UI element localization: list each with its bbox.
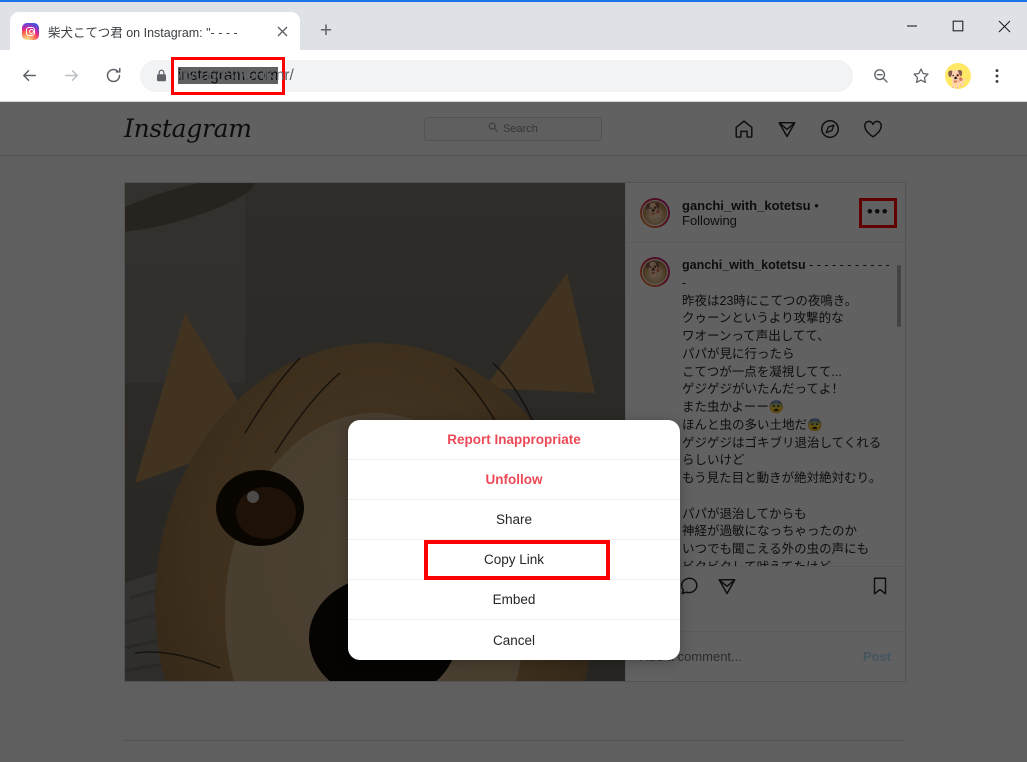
modal-item-cancel[interactable]: Cancel: [348, 620, 680, 660]
tab-title: 柴犬こてつ君 on Instagram: "- - - -: [48, 25, 238, 40]
back-button[interactable]: [13, 60, 45, 92]
forward-button[interactable]: [55, 60, 87, 92]
star-icon[interactable]: [905, 60, 937, 92]
copy-link-red-highlight: [424, 540, 610, 580]
toolbar-icons: 🐕: [861, 60, 1017, 92]
modal-item-unfollow[interactable]: Unfollow: [348, 460, 680, 500]
url-highlight-wrapper: instagram.com/p/CEgSltGHKnr/: [171, 56, 294, 95]
modal-item-report-inappropriate[interactable]: Report Inappropriate: [348, 420, 680, 460]
url-path: /p/CEgSltGHKnr/: [178, 66, 294, 84]
dog-avatar-icon: 🐕: [947, 69, 969, 89]
browser-tab[interactable]: 柴犬こてつ君 on Instagram: "- - - -: [10, 12, 300, 50]
browser-toolbar: instagram.com/p/CEgSltGHKnr/ 🐕: [0, 50, 1027, 102]
maximize-button[interactable]: [935, 2, 981, 50]
url-text: instagram.com/p/CEgSltGHKnr/: [178, 66, 294, 84]
address-bar[interactable]: instagram.com/p/CEgSltGHKnr/: [140, 56, 853, 95]
close-icon[interactable]: [272, 21, 292, 41]
lock-icon: [153, 69, 169, 82]
zoom-out-icon[interactable]: [865, 60, 897, 92]
browser-titlebar: 柴犬こてつ君 on Instagram: "- - - - +: [0, 0, 1027, 50]
modal-item-share[interactable]: Share: [348, 500, 680, 540]
window-controls: [889, 2, 1027, 50]
modal-item-embed[interactable]: Embed: [348, 580, 680, 620]
instagram-favicon-icon: [22, 22, 39, 40]
reload-button[interactable]: [97, 60, 129, 92]
minimize-button[interactable]: [889, 2, 935, 50]
new-tab-button[interactable]: +: [312, 17, 340, 45]
close-window-button[interactable]: [981, 2, 1027, 50]
kebab-menu-icon[interactable]: [981, 60, 1013, 92]
browser-window: 柴犬こてつ君 on Instagram: "- - - - + /p/CEgSl…: [0, 0, 1027, 762]
profile-avatar[interactable]: 🐕: [945, 62, 971, 89]
